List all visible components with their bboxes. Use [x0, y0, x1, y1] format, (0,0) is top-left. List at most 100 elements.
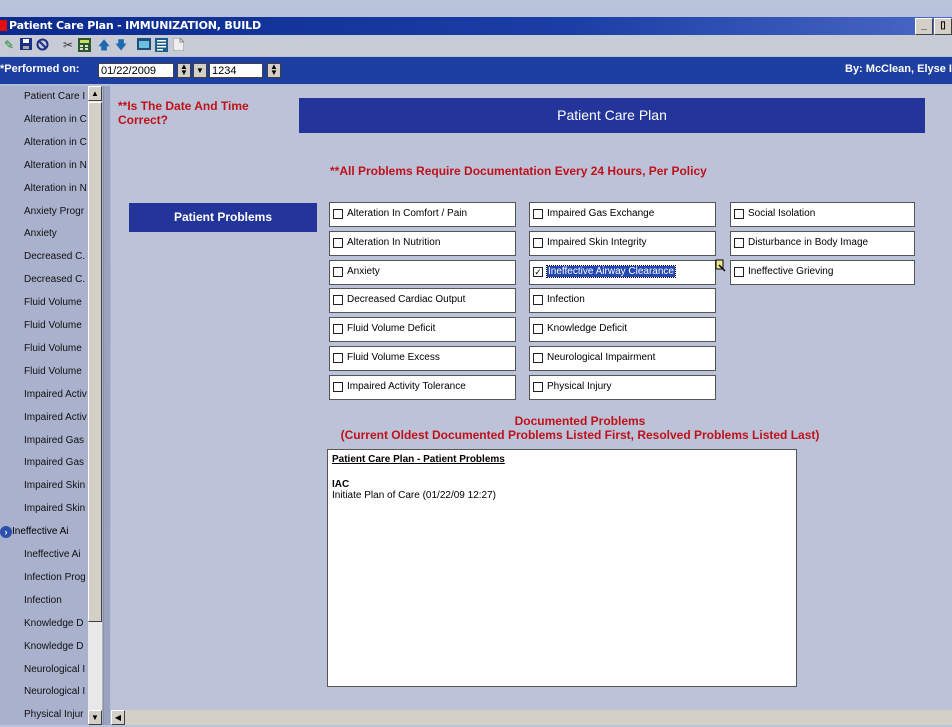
problem-checkbox[interactable]: ✓ Ineffective Airway Clearance — [529, 259, 716, 285]
checkbox-icon[interactable] — [333, 381, 343, 392]
sidebar-item[interactable]: Fluid Volume — [0, 292, 87, 315]
sidebar-item[interactable]: Fluid Volume — [0, 338, 87, 361]
problem-checkbox[interactable]: Anxiety — [329, 259, 516, 285]
problem-checkbox[interactable]: Alteration In Nutrition — [329, 230, 516, 256]
splitter[interactable] — [104, 86, 110, 725]
problem-label: Fluid Volume Excess — [347, 352, 440, 363]
sidebar-item[interactable]: Alteration in N — [0, 155, 87, 178]
sidebar-item-label: Fluid Volume — [24, 342, 82, 354]
sidebar-item[interactable]: Decreased C. — [0, 246, 87, 269]
sidebar-item-label: Impaired Skin — [24, 480, 86, 492]
up-arrow-icon[interactable]: 🡅 — [97, 38, 111, 52]
performed-by: By: McClean, Elyse I — [845, 63, 952, 75]
sidebar-item[interactable]: Impaired Gas — [0, 452, 87, 475]
checkbox-icon[interactable] — [533, 324, 543, 335]
problem-checkbox[interactable]: Impaired Activity Tolerance — [329, 374, 516, 400]
sidebar-item[interactable]: Impaired Skin — [0, 498, 87, 521]
calculator-icon[interactable] — [77, 38, 91, 52]
problem-checkbox[interactable]: Alteration In Comfort / Pain — [329, 202, 516, 227]
problem-checkbox[interactable]: Physical Injury — [529, 374, 716, 400]
save-icon[interactable] — [19, 38, 33, 52]
sidebar-item-label: Physical Injur — [24, 709, 84, 721]
problem-checkbox[interactable]: Impaired Gas Exchange — [529, 202, 716, 227]
sidebar-item[interactable]: Alteration in N — [0, 178, 87, 201]
scroll-thumb[interactable] — [88, 102, 102, 622]
sidebar-item[interactable]: › Ineffective Ai — [0, 521, 87, 544]
checkbox-icon[interactable] — [533, 295, 543, 306]
sidebar-item-label: Neurological I — [24, 686, 86, 698]
problem-checkbox[interactable]: Impaired Skin Integrity — [529, 230, 716, 256]
checkbox-icon[interactable] — [333, 353, 343, 363]
sidebar-item[interactable]: Fluid Volume — [0, 315, 87, 338]
checkbox-icon[interactable] — [333, 266, 343, 277]
sidebar-item[interactable]: Anxiety Progr — [0, 201, 87, 224]
calendar-icon[interactable] — [137, 38, 151, 52]
problem-checkbox[interactable]: Knowledge Deficit — [529, 317, 716, 343]
sidebar-item[interactable]: Knowledge D — [0, 613, 87, 636]
checkbox-icon[interactable] — [333, 295, 343, 306]
scroll-left-button[interactable]: ◀ — [111, 710, 125, 725]
sidebar-item[interactable]: Infection Prog — [0, 567, 87, 590]
time-spinner[interactable]: ▲ ▼ — [267, 63, 281, 78]
checkbox-icon[interactable] — [533, 209, 543, 219]
checkbox-icon[interactable] — [533, 381, 543, 392]
sidebar-item[interactable]: Neurological I — [0, 659, 87, 682]
scroll-up-button[interactable]: ▲ — [88, 86, 102, 101]
sidebar-item[interactable]: Alteration in C — [0, 132, 87, 155]
checkbox-icon[interactable] — [533, 353, 543, 363]
title-bar: Patient Care Plan - IMMUNIZATION, BUILD … — [0, 17, 952, 35]
sidebar-item[interactable]: Impaired Activ — [0, 407, 87, 430]
sidebar-item[interactable]: Alteration in C — [0, 109, 87, 132]
checkbox-icon[interactable] — [734, 237, 744, 248]
minimize-button[interactable]: _ — [915, 18, 933, 35]
sidebar-item[interactable]: Anxiety — [0, 223, 87, 246]
pencil-icon[interactable]: ✎ — [2, 38, 16, 52]
checkbox-icon[interactable] — [734, 266, 744, 277]
checkbox-icon[interactable] — [333, 237, 343, 248]
sidebar-item[interactable]: Neurological I — [0, 681, 87, 704]
horizontal-scrollbar[interactable]: ◀ — [111, 710, 952, 725]
problem-checkbox[interactable]: Infection — [529, 288, 716, 314]
checkbox-icon[interactable] — [333, 209, 343, 219]
cursor-icon — [715, 259, 727, 273]
problem-checkbox[interactable]: Ineffective Grieving — [730, 259, 915, 285]
problem-label: Physical Injury — [547, 380, 612, 392]
problem-checkbox[interactable]: Disturbance in Body Image — [730, 230, 915, 256]
form-icon[interactable] — [154, 38, 168, 52]
sidebar-item[interactable]: Impaired Skin — [0, 475, 87, 498]
sidebar-item[interactable]: Impaired Activ — [0, 384, 87, 407]
sidebar-item[interactable]: Knowledge D — [0, 636, 87, 659]
performed-date-field[interactable]: 01/22/2009 — [98, 63, 174, 78]
checkbox-icon[interactable] — [734, 209, 744, 219]
performed-time-field[interactable]: 1234 — [209, 63, 263, 78]
document-icon[interactable] — [171, 37, 185, 52]
sidebar-scrollbar[interactable]: ▲ ▼ — [88, 86, 102, 725]
problem-checkbox[interactable]: Fluid Volume Excess — [329, 346, 516, 371]
date-spinner[interactable]: ▲ ▼ — [177, 63, 191, 78]
documented-problems-subtitle: (Current Oldest Documented Problems List… — [340, 428, 820, 442]
problem-checkbox[interactable]: Neurological Impairment — [529, 346, 716, 371]
sidebar-item[interactable]: Ineffective Ai — [0, 544, 87, 567]
checkbox-icon[interactable]: ✓ — [533, 266, 543, 277]
problem-checkbox[interactable]: Fluid Volume Deficit — [329, 317, 516, 343]
checkbox-icon[interactable] — [533, 237, 543, 248]
sidebar-item[interactable]: Impaired Gas — [0, 430, 87, 453]
sidebar-item[interactable]: Patient Care I — [0, 86, 87, 109]
documented-problems-box[interactable]: Patient Care Plan - Patient Problems IAC… — [327, 449, 797, 687]
sidebar-item[interactable]: Decreased C. — [0, 269, 87, 292]
scroll-down-button[interactable]: ▼ — [88, 710, 102, 725]
date-dropdown-button[interactable]: ▼ — [193, 63, 207, 78]
checkbox-icon[interactable] — [333, 324, 343, 335]
sidebar-item-label: Fluid Volume — [24, 365, 82, 377]
problem-checkbox[interactable]: Social Isolation — [730, 202, 915, 227]
sidebar-item[interactable]: Physical Injur — [0, 704, 87, 727]
scissors-icon[interactable]: ✂ — [61, 38, 75, 52]
problem-checkbox[interactable]: Decreased Cardiac Output — [329, 288, 516, 314]
sidebar-item[interactable]: Fluid Volume — [0, 361, 87, 384]
maximize-button[interactable]: ▯ — [934, 18, 952, 35]
cancel-icon[interactable] — [35, 38, 49, 52]
sidebar-item[interactable]: Infection — [0, 590, 87, 613]
sidebar-item-label: Anxiety — [24, 228, 57, 240]
down-arrow-icon[interactable]: 🡇 — [114, 38, 128, 52]
sidebar-item-label: Impaired Activ — [24, 388, 87, 400]
